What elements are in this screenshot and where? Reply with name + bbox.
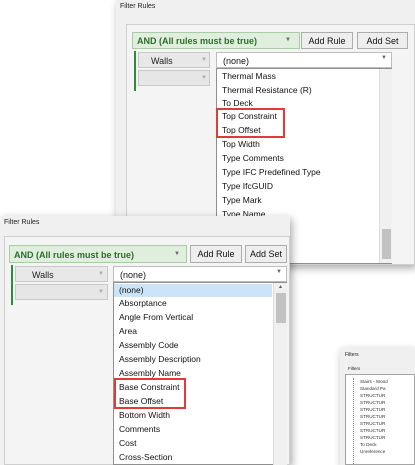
tree-item[interactable]: STRUCTUR xyxy=(360,428,385,433)
tree-item[interactable]: STRUCTUR xyxy=(360,421,385,426)
tree-line xyxy=(353,378,354,464)
parameter-dropdown[interactable]: (none) ▼ xyxy=(216,52,392,68)
chevron-down-icon: ▼ xyxy=(98,271,104,277)
chevron-down-icon: ▼ xyxy=(174,251,180,257)
list-item[interactable]: Cost xyxy=(114,437,272,450)
filters-label: Filters xyxy=(348,366,361,371)
tree-item[interactable]: STRUCTUR xyxy=(360,435,385,440)
list-item[interactable]: Type IfcGUID xyxy=(217,180,377,193)
list-item[interactable]: Assembly Description xyxy=(114,353,272,366)
list-item-selected[interactable]: (none) xyxy=(114,284,272,297)
chevron-down-icon: ▼ xyxy=(201,75,207,81)
list-item[interactable]: Thermal Mass xyxy=(217,70,377,83)
operator-dropdown[interactable]: ▼ xyxy=(15,284,108,300)
tree-item[interactable]: Unreference xyxy=(360,449,385,454)
tree-item[interactable]: STRUCTUR xyxy=(360,400,385,405)
and-operator-dropdown[interactable]: AND (All rules must be true) ▼ xyxy=(132,32,300,49)
list-item[interactable]: Area xyxy=(114,325,272,338)
scroll-up-arrow-icon[interactable]: ▲ xyxy=(274,283,287,292)
chevron-down-icon: ▼ xyxy=(285,37,291,43)
and-label: AND (All rules must be true) xyxy=(137,36,258,46)
list-item[interactable]: Angle From Vertical xyxy=(114,311,272,324)
panel-title: Filter Rules xyxy=(120,3,156,10)
add-rule-button[interactable]: Add Rule xyxy=(190,245,242,263)
chevron-down-icon: ▼ xyxy=(201,57,207,63)
and-operator-dropdown[interactable]: AND (All rules must be true) ▼ xyxy=(9,245,187,263)
list-item[interactable]: Thermal Resistance (R) xyxy=(217,84,377,97)
list-item[interactable]: Bottom Width xyxy=(114,409,272,422)
scrollbar[interactable]: ▲ xyxy=(273,283,287,465)
list-item[interactable]: Type Mark xyxy=(217,194,377,207)
list-item[interactable]: Assembly Code xyxy=(114,339,272,352)
chevron-down-icon: ▼ xyxy=(381,55,387,61)
parameter-value: (none) xyxy=(120,270,147,280)
filter-rules-panel-bottom: Filter Rules AND (All rules must be true… xyxy=(0,216,290,465)
rule-group-line xyxy=(134,51,136,91)
list-item[interactable]: Cross-Section xyxy=(114,451,272,464)
list-item[interactable]: Absorptance xyxy=(114,297,272,310)
list-item[interactable]: Comments xyxy=(114,423,272,436)
dialog-title: Filters xyxy=(345,352,359,358)
category-dropdown[interactable]: Walls ▼ xyxy=(138,52,210,68)
tree-item[interactable]: Stairs - Wood xyxy=(360,379,388,384)
scrollbar[interactable] xyxy=(379,69,392,263)
scrollbar-thumb[interactable] xyxy=(382,229,391,259)
category-label: Walls xyxy=(151,56,173,66)
tree-item[interactable]: STRUCTUR xyxy=(360,414,385,419)
filters-dialog: Filters Filters Stairs - Wood Standard P… xyxy=(340,348,415,465)
chevron-down-icon: ▼ xyxy=(98,289,104,295)
category-dropdown[interactable]: Walls ▼ xyxy=(15,266,108,282)
tree-item[interactable]: STRUCTUR xyxy=(360,407,385,412)
and-label: AND (All rules must be true) xyxy=(14,250,135,260)
tree-item[interactable]: To Deck xyxy=(360,442,377,447)
tree-item[interactable]: STRUCTUR xyxy=(360,393,385,398)
list-item[interactable]: Type Comments xyxy=(217,152,377,165)
tree-item[interactable]: Standard Pa xyxy=(360,386,386,391)
chevron-down-icon: ▼ xyxy=(276,269,282,275)
highlight-top-constraint-offset xyxy=(216,108,285,138)
operator-dropdown[interactable]: ▼ xyxy=(138,70,210,86)
add-set-button[interactable]: Add Set xyxy=(357,32,408,49)
highlight-base-constraint-offset xyxy=(114,378,186,409)
add-set-button[interactable]: Add Set xyxy=(245,245,287,263)
parameter-list[interactable]: (none) Absorptance Angle From Vertical A… xyxy=(113,282,287,465)
add-rule-button[interactable]: Add Rule xyxy=(301,32,353,49)
filters-tree[interactable]: Stairs - Wood Standard Pa STRUCTUR STRUC… xyxy=(345,374,415,465)
list-item[interactable]: Type IFC Predefined Type xyxy=(217,166,377,179)
panel-title: Filter Rules xyxy=(4,219,40,226)
category-label: Walls xyxy=(32,270,54,280)
parameter-value: (none) xyxy=(223,56,250,66)
rule-group-line xyxy=(11,265,13,305)
parameter-dropdown[interactable]: (none) ▼ xyxy=(113,266,287,282)
scrollbar-thumb[interactable] xyxy=(276,293,286,323)
list-item[interactable]: Top Width xyxy=(217,138,377,151)
